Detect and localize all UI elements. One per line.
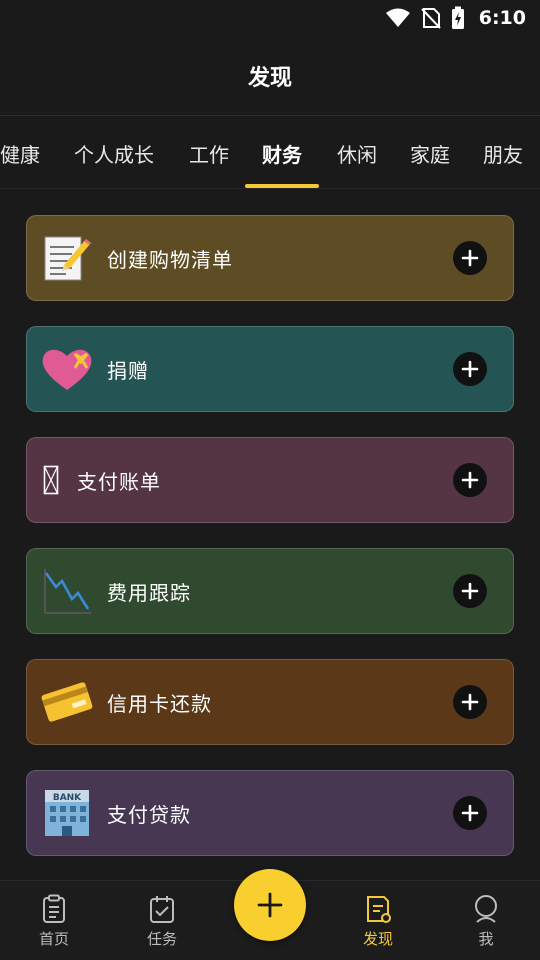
status-bar: 6:10: [0, 0, 540, 36]
tab-health[interactable]: 健康: [0, 117, 44, 188]
card-label: 创建购物清单: [107, 247, 233, 272]
card-pay-bills[interactable]: 支付账单: [26, 437, 514, 523]
plus-icon: [257, 892, 283, 918]
tab-finance[interactable]: 财务: [245, 117, 319, 188]
card-credit-card-payment[interactable]: 信用卡还款: [26, 659, 514, 745]
nav-label: 发现: [362, 929, 393, 948]
add-button[interactable]: [453, 574, 487, 608]
nav-label: 首页: [38, 929, 69, 948]
tab-work[interactable]: 工作: [184, 117, 234, 188]
plus-icon: [461, 471, 479, 489]
tab-friends[interactable]: 朋友: [478, 117, 528, 188]
plus-icon: [461, 360, 479, 378]
card-expense-tracking[interactable]: 费用跟踪: [26, 548, 514, 634]
card-label: 捐赠: [107, 358, 149, 383]
memo-icon: [41, 232, 93, 284]
no-sim-icon: [421, 8, 441, 29]
missing-glyph-icon: [41, 454, 61, 506]
wifi-icon: [385, 8, 410, 27]
title-bar: 发现: [0, 36, 540, 116]
template-list: 创建购物清单 捐赠 支付账单 费用跟踪 信用卡还款 BANK 支付贷款: [0, 190, 540, 880]
card-pay-loan[interactable]: BANK 支付贷款: [26, 770, 514, 856]
card-donate[interactable]: 捐赠: [26, 326, 514, 412]
card-label: 支付账单: [77, 469, 161, 494]
tab-personal-growth[interactable]: 个人成长: [70, 117, 158, 188]
card-shopping-list[interactable]: 创建购物清单: [26, 215, 514, 301]
active-tab-indicator: [245, 184, 319, 188]
card-label: 信用卡还款: [107, 691, 212, 716]
nav-home[interactable]: 首页: [14, 881, 94, 960]
clock: 6:10: [478, 7, 526, 29]
discover-doc-icon: [367, 895, 391, 923]
plus-icon: [461, 804, 479, 822]
add-button[interactable]: [453, 463, 487, 497]
home-doc-icon: [43, 894, 65, 923]
calendar-check-icon: [150, 895, 174, 923]
page-title: 发现: [247, 65, 292, 91]
svg-text:BANK: BANK: [53, 793, 82, 803]
add-button[interactable]: [453, 352, 487, 386]
add-fab[interactable]: [234, 869, 306, 941]
battery-charging-icon: [451, 6, 464, 29]
card-label: 支付贷款: [107, 802, 191, 827]
nav-label: 我: [478, 929, 494, 948]
add-button[interactable]: [453, 685, 487, 719]
plus-icon: [461, 249, 479, 267]
chart-decreasing-icon: [41, 565, 93, 617]
bank-icon: BANK: [41, 787, 93, 839]
credit-card-icon: [41, 676, 93, 728]
profile-icon: [475, 894, 497, 923]
nav-profile[interactable]: 我: [446, 881, 526, 960]
card-label: 费用跟踪: [107, 580, 191, 605]
tab-family[interactable]: 家庭: [405, 117, 455, 188]
nav-tasks[interactable]: 任务: [122, 881, 202, 960]
add-button[interactable]: [453, 241, 487, 275]
nav-label: 任务: [146, 929, 177, 948]
category-tabs: 健康 个人成长 工作 财务 休闲 家庭 朋友: [0, 117, 540, 189]
heart-ribbon-icon: [41, 343, 93, 395]
nav-discover[interactable]: 发现: [338, 881, 418, 960]
plus-icon: [461, 693, 479, 711]
plus-icon: [461, 582, 479, 600]
tab-leisure[interactable]: 休闲: [332, 117, 382, 188]
add-button[interactable]: [453, 796, 487, 830]
